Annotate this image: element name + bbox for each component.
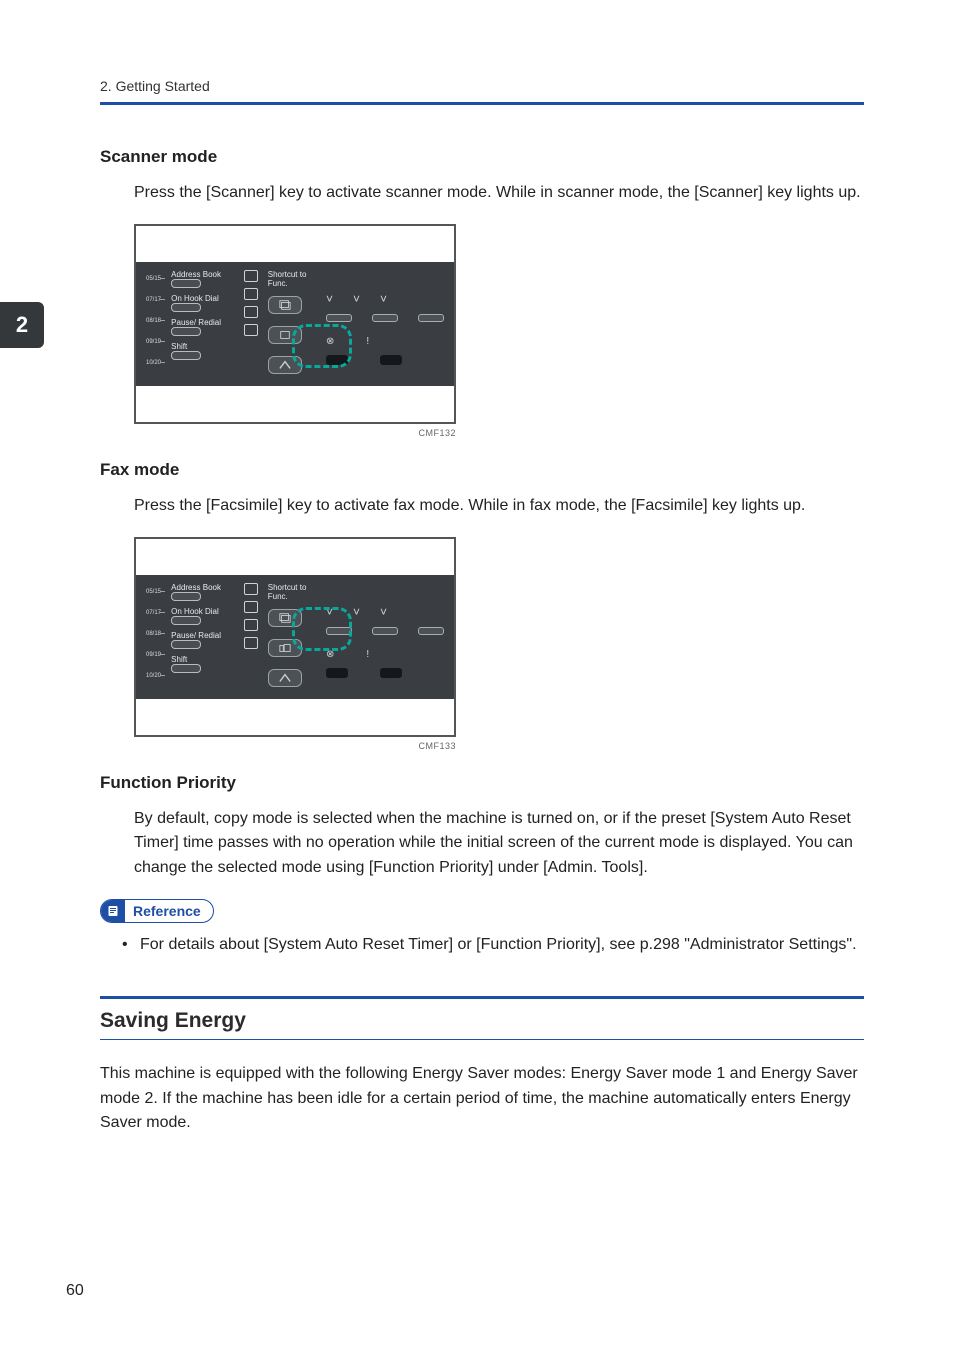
scanner-key[interactable]: [268, 669, 302, 687]
shift-button[interactable]: [171, 351, 201, 360]
chevron-down-icon: ˅: [353, 292, 360, 306]
shift-button[interactable]: [171, 664, 201, 673]
start-icon: !: [366, 336, 369, 347]
chevron-down-icon: ˅: [380, 292, 387, 306]
chevron-down-icon: ˅: [353, 605, 360, 619]
chapter-number: 2: [16, 312, 28, 338]
address-book-button[interactable]: [171, 592, 201, 601]
contrast-icon: [244, 306, 258, 318]
pause-redial-button[interactable]: [171, 327, 201, 336]
start-key[interactable]: [380, 355, 402, 365]
selector-button[interactable]: [418, 627, 444, 635]
figure-caption-scanner: CMF132: [134, 428, 456, 438]
label-shift: Shift: [171, 655, 232, 664]
mode-icon-column: [236, 583, 266, 693]
highlight-ring-scanner: [292, 324, 352, 368]
figure-scanner-panel: 05/15 07/17 08/18 09/19 10/20 Address Bo…: [134, 224, 864, 438]
highlight-ring-fax: [292, 607, 352, 651]
heading-function-priority: Function Priority: [100, 773, 864, 793]
quickdial-lines: 05/15 07/17 08/18 09/19 10/20: [146, 583, 165, 693]
pause-redial-button[interactable]: [171, 640, 201, 649]
reference-badge: Reference: [100, 899, 214, 923]
running-head: 2. Getting Started: [100, 78, 864, 94]
mode-icon-column: [236, 270, 266, 380]
quickdial-lines: 05/15 07/17 08/18 09/19 10/20: [146, 270, 165, 380]
heading-scanner-mode: Scanner mode: [100, 147, 864, 167]
label-address-book: Address Book: [171, 583, 232, 592]
section-rule-bottom: [100, 1039, 864, 1040]
paragraph-scanner-mode: Press the [Scanner] key to activate scan…: [134, 181, 864, 206]
quality-icon: [244, 324, 258, 336]
quality-icon: [244, 637, 258, 649]
label-pause-redial: Pause/ Redial: [171, 318, 232, 327]
figure-fax-panel: 05/15 07/17 08/18 09/19 10/20 Address Bo…: [134, 537, 864, 751]
selector-button[interactable]: [418, 314, 444, 322]
section-rule-top: [100, 996, 864, 999]
chevron-down-icon: ˅: [380, 605, 387, 619]
reference-label: Reference: [133, 903, 201, 919]
copy-key[interactable]: [268, 296, 302, 314]
label-on-hook-dial: On Hook Dial: [171, 607, 232, 616]
chevron-down-icon: ˅: [326, 292, 333, 306]
on-hook-dial-button[interactable]: [171, 303, 201, 312]
clear-stop-key[interactable]: [326, 668, 348, 678]
chapter-tab: 2: [0, 302, 44, 348]
running-head-rule: [100, 102, 864, 105]
figure-caption-fax: CMF133: [134, 741, 456, 751]
label-shortcut: Shortcut to Func.: [268, 270, 320, 288]
selector-button[interactable]: [372, 627, 398, 635]
label-pause-redial: Pause/ Redial: [171, 631, 232, 640]
paragraph-function-priority: By default, copy mode is selected when t…: [134, 807, 864, 881]
chevron-row: ˅ ˅ ˅: [326, 292, 444, 306]
contrast-icon: [244, 619, 258, 631]
id-copy-icon: [244, 288, 258, 300]
paragraph-saving-energy: This machine is equipped with the follow…: [100, 1062, 864, 1136]
label-on-hook-dial: On Hook Dial: [171, 294, 232, 303]
on-hook-dial-button[interactable]: [171, 616, 201, 625]
reference-item: For details about [System Auto Reset Tim…: [122, 933, 864, 958]
start-icon: !: [366, 649, 369, 660]
diamond-icon: [244, 270, 258, 282]
id-copy-icon: [244, 601, 258, 613]
selector-button[interactable]: [326, 314, 352, 322]
start-key[interactable]: [380, 668, 402, 678]
page-number: 60: [66, 1282, 84, 1300]
reference-icon: [101, 899, 125, 923]
label-shortcut: Shortcut to Func.: [268, 583, 320, 601]
heading-saving-energy: Saving Energy: [100, 1009, 864, 1033]
heading-fax-mode: Fax mode: [100, 460, 864, 480]
selector-button[interactable]: [372, 314, 398, 322]
diamond-icon: [244, 583, 258, 595]
label-address-book: Address Book: [171, 270, 232, 279]
label-shift: Shift: [171, 342, 232, 351]
paragraph-fax-mode: Press the [Facsimile] key to activate fa…: [134, 494, 864, 519]
address-book-button[interactable]: [171, 279, 201, 288]
